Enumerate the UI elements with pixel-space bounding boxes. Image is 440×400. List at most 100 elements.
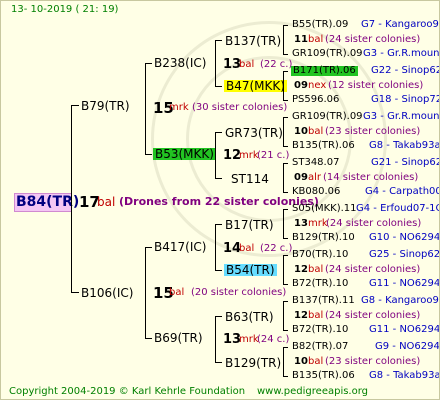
tree-line	[283, 71, 284, 100]
tree-line	[215, 316, 222, 317]
ancestor-label[interactable]: PS596.06	[292, 95, 339, 105]
tree-line	[215, 132, 222, 133]
abbr: alr	[308, 172, 322, 183]
tree-line	[283, 163, 284, 192]
great-grandparent-label[interactable]: B17(TR)	[225, 219, 274, 231]
great-grandparent-label[interactable]: B63(TR)	[225, 311, 274, 323]
origin-region: G22 - Sinop62R	[371, 65, 439, 76]
tree-line	[283, 54, 288, 55]
grandparent-queen-label[interactable]: B69(TR)	[154, 332, 203, 344]
tree-line	[283, 25, 284, 54]
ancestor-label[interactable]: GR109(TR).09	[292, 49, 363, 59]
inbreeding-num: 09	[294, 172, 308, 183]
abbr: bal	[169, 287, 185, 298]
ancestor-label[interactable]: B137(TR).11	[292, 296, 355, 306]
tree-line	[283, 117, 284, 146]
tree-line	[145, 63, 152, 64]
tree-line	[215, 224, 222, 225]
drones-note: (Drones from 22 sister colonies)	[119, 195, 319, 208]
tree-line	[145, 154, 152, 155]
origin-region: G11 - NO6294R	[369, 324, 440, 335]
tree-line	[283, 376, 288, 377]
parent-queen-label[interactable]: B106(IC)	[81, 287, 133, 299]
ancestor-label[interactable]: B72(TR).10	[292, 325, 348, 335]
tree-line	[283, 209, 284, 238]
tree-line	[215, 316, 216, 362]
grandparent-queen-label[interactable]: B53(MKK)	[153, 148, 216, 160]
great-grandparent-label[interactable]: GR73(TR)	[225, 127, 283, 139]
ancestor-label[interactable]: B70(TR).10	[292, 250, 348, 260]
copyright-text: Copyright 2004-2019 © Karl Kehrle Founda…	[9, 386, 246, 397]
origin-region: G21 - Sinop62R	[371, 157, 439, 168]
inbreeding-num: 10	[294, 126, 308, 137]
tree-line	[283, 347, 288, 348]
abbr: bal	[239, 243, 255, 254]
ancestor-label[interactable]: B55(TR).09	[292, 20, 348, 30]
tree-line	[215, 132, 216, 178]
origin-region: G8 - Takab93aR	[369, 140, 440, 151]
tree-line	[71, 292, 79, 293]
ancestor-label[interactable]: B72(TR).10	[292, 279, 348, 289]
origin-region: G3 - Gr.R.mounta	[363, 111, 440, 122]
great-grandparent-label[interactable]: B54(TR)	[224, 264, 277, 276]
ancestor-label[interactable]: B129(TR).10	[292, 233, 355, 243]
ancestor-label[interactable]: ST348.07	[292, 158, 339, 168]
sister-note: (24 sister colonies)	[325, 264, 421, 275]
ancestor-label[interactable]: B171(TR).06	[291, 66, 358, 76]
ancestor-label[interactable]: S05(MKK).11	[292, 204, 357, 214]
ancestor-label[interactable]: B135(TR).06	[292, 371, 355, 381]
sister-note: (12 sister colonies)	[328, 80, 424, 91]
origin-region: G10 - NO6294R	[369, 232, 440, 243]
tree-line	[283, 71, 288, 72]
abbr: mrk	[239, 334, 259, 345]
origin-region: G8 - Kangaroo98R	[361, 295, 439, 306]
origin-region: G4 - Carpath00R	[365, 186, 439, 197]
inbreeding-num: 09	[294, 80, 308, 91]
tree-line	[283, 209, 288, 210]
inbreeding-num: 12	[294, 264, 308, 275]
tree-line	[283, 255, 284, 284]
grandparent-queen-label[interactable]: B417(IC)	[154, 241, 206, 253]
great-grandparent-label[interactable]: ST114	[231, 173, 269, 185]
tree-line	[283, 192, 288, 193]
sister-note: (22 c.)	[260, 243, 293, 254]
tree-line	[283, 163, 288, 164]
tree-line	[145, 338, 152, 339]
sister-note: (30 sister colonies)	[192, 102, 288, 113]
tree-line	[283, 117, 288, 118]
tree-line	[71, 105, 79, 106]
ancestor-label[interactable]: KB080.06	[292, 187, 340, 197]
inbreeding-num: 10	[294, 356, 308, 367]
root-queen-label[interactable]: B84(TR)	[16, 195, 79, 209]
origin-region: G18 - Sinop72R	[371, 94, 439, 105]
tree-line	[283, 301, 284, 330]
tree-line	[283, 25, 288, 26]
abbr: mrk	[169, 102, 189, 113]
great-grandparent-label[interactable]: B137(TR)	[225, 35, 281, 47]
tree-line	[215, 178, 222, 179]
sister-note: (24 sister colonies)	[325, 34, 421, 45]
ancestor-label[interactable]: B82(TR).07	[292, 342, 348, 352]
inbreeding-num: 13	[294, 218, 308, 229]
abbr: bal	[308, 356, 324, 367]
parent-queen-label[interactable]: B79(TR)	[81, 100, 130, 112]
great-grandparent-label[interactable]: B129(TR)	[225, 357, 281, 369]
grandparent-queen-label[interactable]: B238(IC)	[154, 57, 206, 69]
abbr: bal	[308, 126, 324, 137]
ancestor-label[interactable]: B135(TR).06	[292, 141, 355, 151]
tree-line	[145, 247, 152, 248]
tree-line	[283, 255, 288, 256]
abbr: mrk	[308, 218, 328, 229]
site-link[interactable]: www.pedigreeapis.org	[257, 387, 368, 397]
tree-line	[283, 284, 288, 285]
sister-note: (22 c.)	[260, 59, 293, 70]
tree-line	[215, 270, 222, 271]
sister-note: (14 sister colonies)	[323, 172, 419, 183]
inbreeding-num: 11	[294, 34, 308, 45]
print-date: 13- 10-2019 ( 21: 19)	[11, 4, 119, 15]
ancestor-label[interactable]: GR109(TR).09	[292, 112, 363, 122]
tree-line	[215, 362, 222, 363]
origin-region: G7 - Kangaroo98R	[361, 19, 439, 30]
great-grandparent-label[interactable]: B47(MKK)	[224, 80, 287, 92]
tree-line	[283, 238, 288, 239]
